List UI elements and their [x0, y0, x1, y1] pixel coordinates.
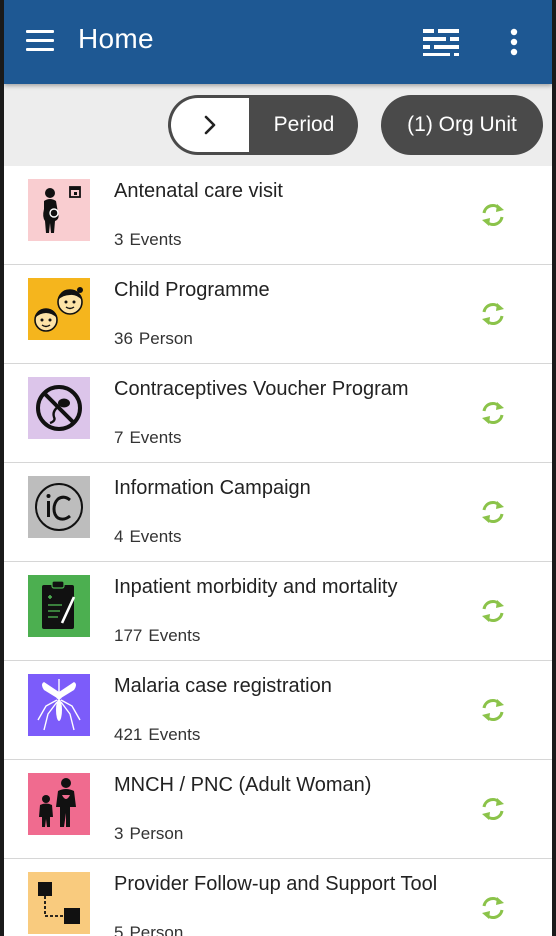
program-item[interactable]: Contraceptives Voucher Program 7 Events [4, 364, 552, 463]
program-name: MNCH / PNC (Adult Woman) [114, 774, 372, 796]
sync-icon[interactable] [476, 495, 510, 529]
sync-icon[interactable] [476, 198, 510, 232]
program-name: Provider Follow-up and Support Tool [114, 873, 438, 895]
program-item[interactable]: MNCH / PNC (Adult Woman) 3 Person [4, 760, 552, 859]
program-name: Malaria case registration [114, 675, 332, 697]
no-sperm-icon [28, 377, 90, 439]
children-faces-icon [28, 278, 90, 340]
program-name: Information Campaign [114, 477, 311, 499]
sync-icon[interactable] [476, 297, 510, 331]
home-screen: Home Period (1) Org Unit Antenatal care … [4, 0, 552, 936]
sync-icon[interactable] [476, 594, 510, 628]
period-filter-button[interactable]: Period [168, 95, 358, 155]
program-list: Antenatal care visit 3 Events Child Prog… [4, 166, 552, 936]
sync-icon[interactable] [476, 792, 510, 826]
program-count: 3 Events [114, 230, 182, 249]
hamburger-menu-icon[interactable] [26, 30, 56, 54]
mosquito-icon [28, 674, 90, 736]
info-campaign-icon [28, 476, 90, 538]
pregnant-woman-icon [28, 179, 90, 241]
clipboard-icon [28, 575, 90, 637]
sync-icon[interactable] [476, 693, 510, 727]
program-count: 177 Events [114, 626, 201, 645]
program-count: 4 Events [114, 527, 182, 546]
program-count: 36 Person [114, 329, 193, 348]
program-count: 421 Events [114, 725, 201, 744]
page-title: Home [78, 23, 154, 54]
program-count: 3 Person [114, 824, 184, 843]
period-label: Period [273, 113, 335, 136]
program-item[interactable]: Child Programme 36 Person [4, 265, 552, 364]
org-unit-filter-button[interactable]: (1) Org Unit [381, 95, 543, 155]
program-item[interactable]: Antenatal care visit 3 Events [4, 166, 552, 265]
app-bar: Home [4, 0, 552, 84]
sync-icon[interactable] [476, 396, 510, 430]
program-item[interactable]: Inpatient morbidity and mortality 177 Eve… [4, 562, 552, 661]
mother-child-icon [28, 773, 90, 835]
program-name: Inpatient morbidity and mortality [114, 576, 398, 598]
filter-bar: Period (1) Org Unit [4, 84, 552, 166]
program-count: 7 Events [114, 428, 182, 447]
hierarchy-icon [28, 872, 90, 934]
filter-list-icon[interactable] [420, 24, 462, 60]
more-vertical-icon[interactable] [500, 24, 528, 60]
program-name: Child Programme [114, 279, 270, 301]
chevron-right-icon [171, 98, 249, 152]
program-name: Contraceptives Voucher Program [114, 378, 409, 400]
program-count: 5 Person [114, 923, 184, 936]
program-item[interactable]: Provider Follow-up and Support Tool 5 Per… [4, 859, 552, 936]
program-name: Antenatal care visit [114, 180, 283, 202]
program-item[interactable]: Information Campaign 4 Events [4, 463, 552, 562]
program-item[interactable]: Malaria case registration 421 Events [4, 661, 552, 760]
sync-icon[interactable] [476, 891, 510, 925]
